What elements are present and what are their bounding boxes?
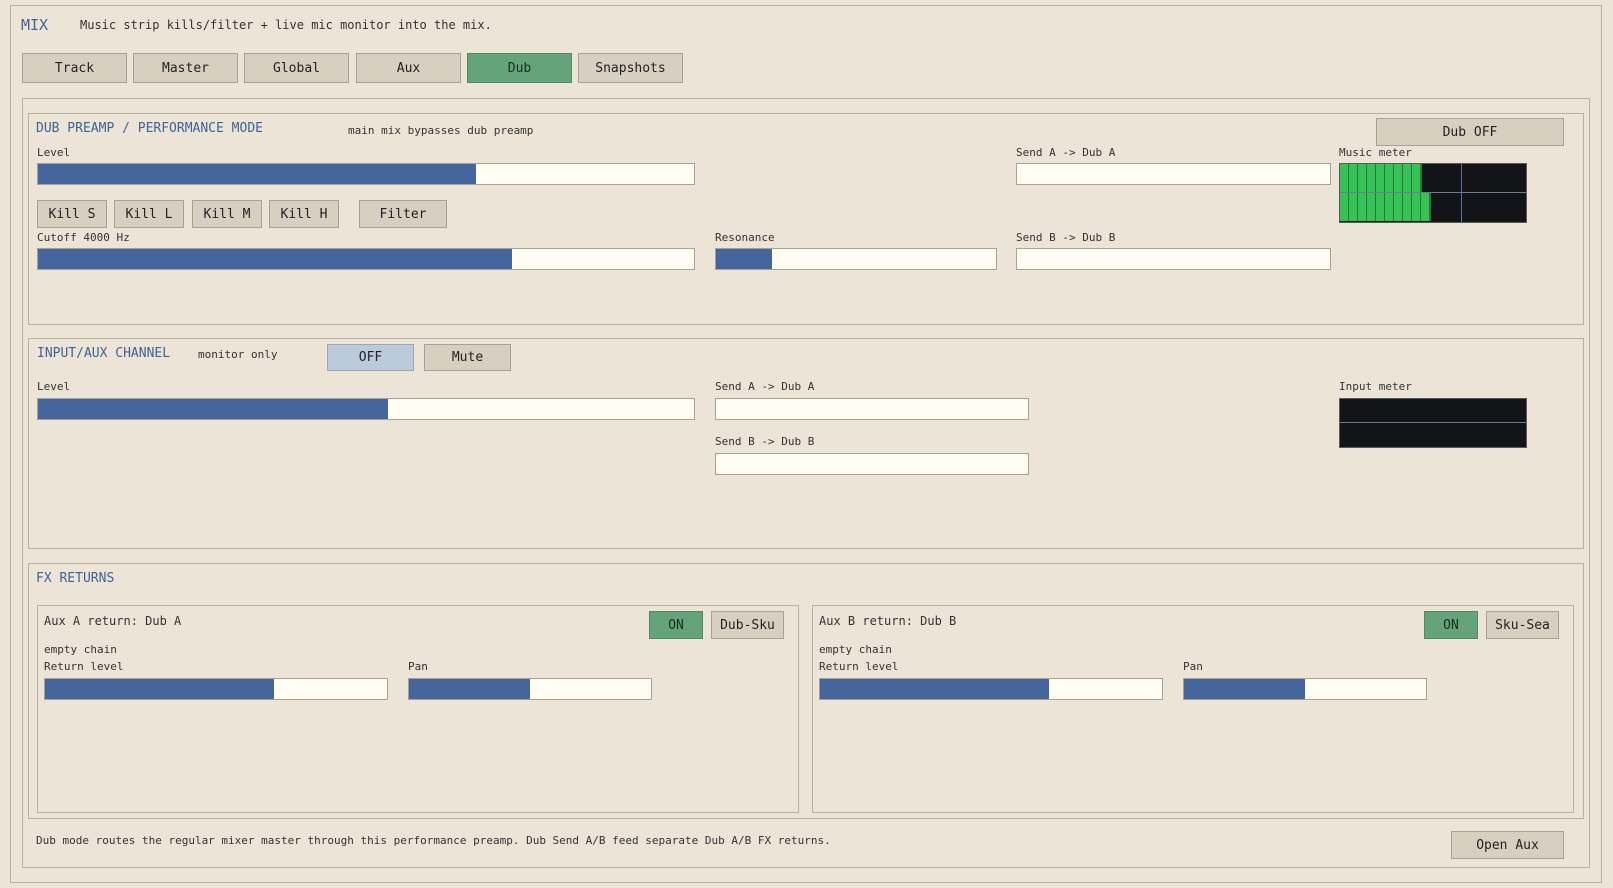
dub-send-a-slider[interactable] [1016,163,1331,185]
input-meter-label: Input meter [1339,380,1412,393]
resonance-fill [716,249,772,269]
tab-global[interactable]: Global [244,53,349,83]
meter-separator [1340,192,1526,193]
music-meter-label: Music meter [1339,146,1412,159]
open-aux-button[interactable]: Open Aux [1451,831,1564,859]
input-aux-title: INPUT/AUX CHANNEL [37,346,171,361]
meter-peak-marker [1461,164,1462,222]
aux-a-return-level-slider[interactable] [44,678,388,700]
meter-segment [1430,193,1431,221]
input-aux-note: monitor only [198,348,278,361]
cutoff-slider[interactable] [37,248,695,270]
meter-channel [1340,399,1526,422]
meter-segment [1340,164,1349,192]
aux-b-return-level-fill [820,679,1050,699]
aux-a-return-level-label: Return level [44,660,124,673]
input-level-label: Level [37,380,71,393]
aux-a-chain-text: empty chain [44,643,117,656]
filter-button[interactable]: Filter [359,200,447,228]
cutoff-fill [38,249,512,269]
input-level-fill [38,399,388,419]
input-mute-button[interactable]: Mute [424,344,511,371]
tab-snapshots[interactable]: Snapshots [578,53,683,83]
input-meter [1339,398,1527,448]
dub-preamp-note: main mix bypasses dub preamp [348,124,534,137]
aux-b-return-title: Aux B return: Dub B [819,614,957,628]
aux-b-pan-label: Pan [1183,660,1203,673]
input-off-button[interactable]: OFF [327,344,414,371]
meter-segment [1421,193,1430,221]
meter-segment [1376,193,1385,221]
aux-a-pan-fill [409,679,530,699]
aux-a-preset-button[interactable]: Dub-Sku [711,611,784,639]
tab-aux[interactable]: Aux [356,53,461,83]
aux-a-return-title: Aux A return: Dub A [44,614,182,628]
aux-b-pan-slider[interactable] [1183,678,1427,700]
aux-b-preset-button[interactable]: Sku-Sea [1486,611,1559,639]
dub-send-b-label: Send B -> Dub B [1016,231,1116,244]
meter-channel [1340,193,1526,221]
meter-segment [1367,164,1376,192]
tab-master[interactable]: Master [133,53,238,83]
aux-b-pan-fill [1184,679,1305,699]
kill-m-button[interactable]: Kill M [192,200,262,228]
aux-b-return-level-label: Return level [819,660,899,673]
meter-channel [1340,164,1526,192]
meter-segment [1376,164,1385,192]
aux-a-pan-label: Pan [408,660,428,673]
meter-segment [1394,193,1403,221]
meter-segment [1349,164,1358,192]
meter-channel [1340,423,1526,446]
meter-segment [1421,164,1422,192]
meter-segment [1412,164,1421,192]
aux-a-pan-slider[interactable] [408,678,652,700]
input-send-a-label: Send A -> Dub A [715,380,815,393]
input-send-b-label: Send B -> Dub B [715,435,815,448]
meter-segment [1403,164,1412,192]
aux-b-return-level-slider[interactable] [819,678,1163,700]
aux-a-return-level-fill [45,679,275,699]
dub-toggle-button[interactable]: Dub OFF [1376,118,1564,146]
meter-segment [1340,193,1349,221]
meter-segment [1358,164,1367,192]
dub-preamp-title: DUB PREAMP / PERFORMANCE MODE [36,121,263,136]
meter-segment [1358,193,1367,221]
aux-a-on-button[interactable]: ON [649,611,703,639]
tab-dub[interactable]: Dub [467,53,572,83]
input-send-b-slider[interactable] [715,453,1029,475]
footer-info-text: Dub mode routes the regular mixer master… [36,834,831,847]
resonance-label: Resonance [715,231,775,244]
meter-segment [1403,193,1412,221]
input-send-a-slider[interactable] [715,398,1029,420]
aux-b-on-button[interactable]: ON [1424,611,1478,639]
kill-h-button[interactable]: Kill H [269,200,339,228]
aux-b-chain-text: empty chain [819,643,892,656]
page-subtitle: Music strip kills/filter + live mic moni… [80,18,492,32]
meter-segment [1412,193,1421,221]
meter-separator [1340,422,1526,423]
dub-level-slider[interactable] [37,163,695,185]
meter-segment [1349,193,1358,221]
resonance-slider[interactable] [715,248,997,270]
meter-segment [1385,164,1394,192]
dub-level-label: Level [37,146,71,159]
kill-l-button[interactable]: Kill L [114,200,184,228]
cutoff-label: Cutoff 4000 Hz [37,231,130,244]
dub-send-b-slider[interactable] [1016,248,1331,270]
meter-segment [1367,193,1376,221]
meter-segment [1385,193,1394,221]
music-meter [1339,163,1527,223]
input-level-slider[interactable] [37,398,695,420]
kill-s-button[interactable]: Kill S [37,200,107,228]
dub-level-fill [38,164,476,184]
tab-track[interactable]: Track [22,53,127,83]
meter-segment [1394,164,1403,192]
dub-send-a-label: Send A -> Dub A [1016,146,1116,159]
fx-returns-title: FX RETURNS [36,571,115,586]
page-title: MIX [21,16,49,34]
